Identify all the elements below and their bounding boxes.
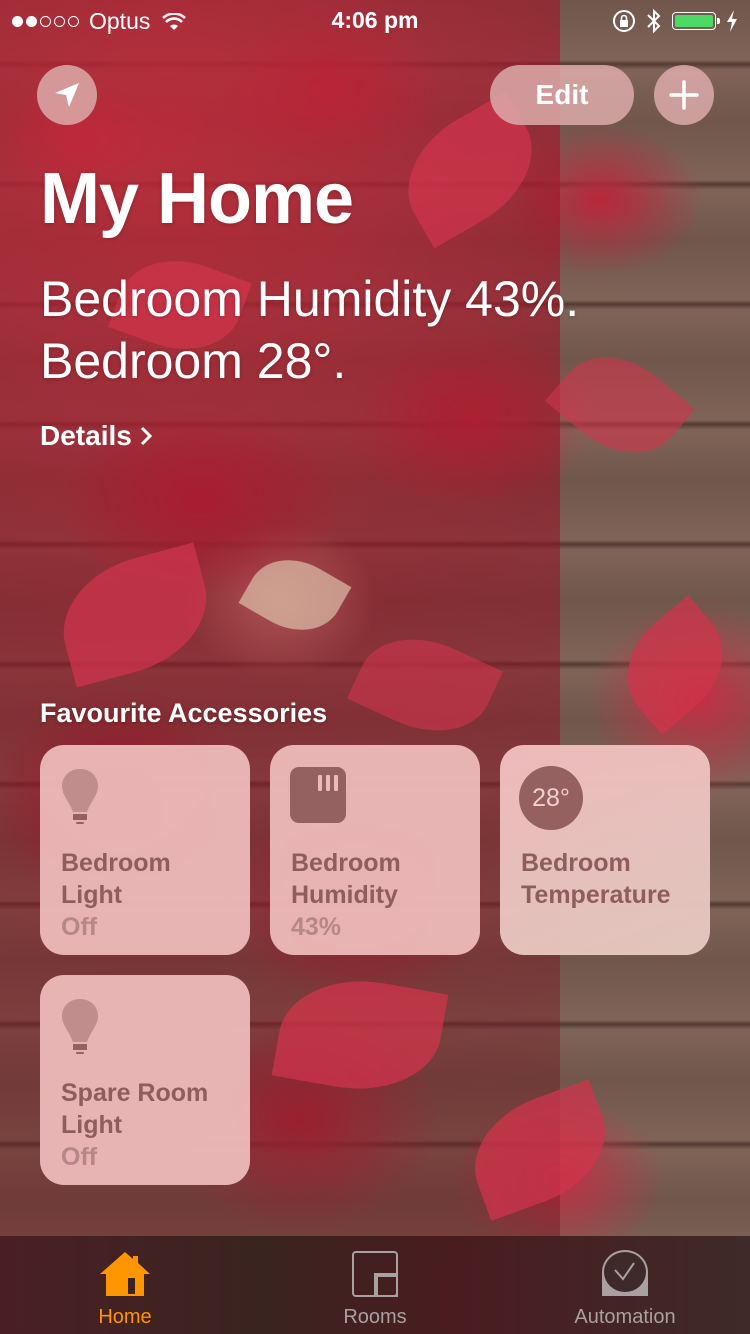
plus-icon xyxy=(669,80,699,110)
lightbulb-icon xyxy=(62,999,98,1054)
tile-name-line1: Bedroom xyxy=(61,849,171,877)
tab-rooms[interactable]: Rooms xyxy=(250,1236,500,1334)
accessory-tile-bedroom-humidity[interactable]: Bedroom Humidity 43% xyxy=(270,745,480,955)
tab-automation[interactable]: Automation xyxy=(500,1236,750,1334)
tile-name-line1: Spare Room xyxy=(61,1079,209,1107)
details-label: Details xyxy=(40,420,132,451)
add-button[interactable] xyxy=(654,65,714,125)
accessory-tile-bedroom-temperature[interactable]: 28° Bedroom Temperature xyxy=(500,745,710,955)
lightbulb-icon xyxy=(62,769,98,824)
home-status-summary: Bedroom Humidity 43%. Bedroom 28°. xyxy=(40,268,579,392)
tab-bar: Home Rooms Automation xyxy=(0,1236,750,1334)
automation-clock-icon xyxy=(602,1250,648,1296)
tab-home[interactable]: Home xyxy=(0,1236,250,1334)
home-icon xyxy=(100,1252,150,1296)
status-bar: Optus 4:06 pm xyxy=(0,0,750,40)
rooms-icon xyxy=(352,1251,398,1297)
favourite-accessories-heading: Favourite Accessories xyxy=(40,698,328,728)
accessory-tile-spare-room-light[interactable]: Spare Room Light Off xyxy=(40,975,250,1185)
orientation-lock-icon xyxy=(613,10,635,32)
tile-name-line2: Light xyxy=(61,1111,123,1139)
location-button[interactable] xyxy=(37,65,97,125)
accessory-tile-bedroom-light[interactable]: Bedroom Light Off xyxy=(40,745,250,955)
tile-name-line2: Temperature xyxy=(521,881,671,909)
details-link[interactable]: Details xyxy=(40,420,152,452)
tab-label: Automation xyxy=(574,1306,676,1328)
bluetooth-icon xyxy=(647,8,661,34)
tile-state: Off xyxy=(61,1143,98,1171)
summary-line-humidity: Bedroom Humidity 43%. xyxy=(40,271,580,327)
tile-name-line2: Light xyxy=(61,881,123,909)
tab-label: Home xyxy=(98,1306,152,1328)
page-title: My Home xyxy=(40,159,354,239)
chevron-right-icon xyxy=(140,426,152,446)
edit-button[interactable]: Edit xyxy=(490,65,634,125)
tile-state: Off xyxy=(61,913,98,941)
humidity-sensor-icon xyxy=(290,767,346,823)
temperature-badge: 28° xyxy=(519,766,583,830)
tile-name-line1: Bedroom xyxy=(291,849,401,877)
summary-line-temperature: Bedroom 28°. xyxy=(40,333,347,389)
tab-label: Rooms xyxy=(343,1306,407,1328)
tile-name-line2: Humidity xyxy=(291,881,398,909)
tile-state: 43% xyxy=(291,913,342,941)
battery-indicator xyxy=(672,12,720,30)
tile-name-line1: Bedroom xyxy=(521,849,631,877)
charging-bolt-icon xyxy=(727,10,737,32)
location-arrow-icon xyxy=(55,83,79,107)
